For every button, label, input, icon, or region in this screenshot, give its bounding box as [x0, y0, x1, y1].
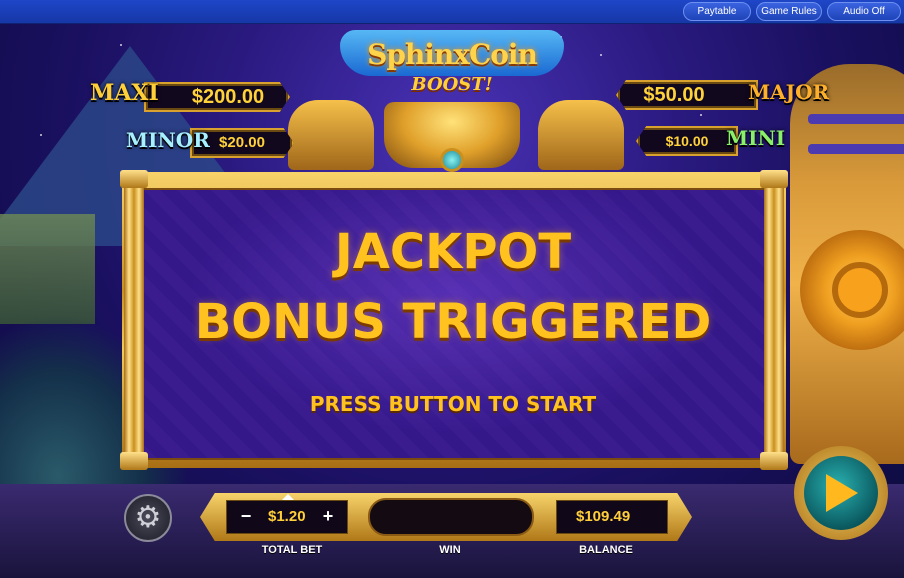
major-jackpot-plaque: $50.00: [616, 80, 758, 110]
total-bet-label: TOTAL BET: [261, 544, 323, 556]
increase-bet-button[interactable]: +: [318, 504, 338, 528]
settings-button[interactable]: ⚙: [124, 494, 172, 542]
wheel-center: [832, 262, 888, 318]
audio-toggle-button[interactable]: Audio Off: [827, 2, 901, 21]
turquoise-gem: [440, 148, 464, 172]
minor-jackpot-value: $20.00: [219, 134, 265, 151]
gear-icon: ⚙: [134, 501, 162, 534]
temple-background: [0, 214, 95, 324]
star: [600, 54, 602, 56]
balance-label: BALANCE: [579, 544, 633, 556]
game-logo: SphinxCoin: [367, 38, 538, 71]
left-pillar-cap: [120, 170, 148, 188]
major-jackpot-value: $50.00: [643, 84, 705, 106]
bonus-triggered-heading: BONUS TRIGGERED: [194, 294, 712, 350]
maxi-jackpot-plaque: $200.00: [144, 82, 290, 112]
headdress-band: [808, 144, 904, 154]
mini-jackpot-label: MINI: [726, 126, 786, 150]
bet-caret-icon: [282, 494, 294, 500]
decrease-bet-button[interactable]: −: [236, 504, 256, 528]
paytable-button[interactable]: Paytable: [683, 2, 751, 21]
mini-jackpot-value: $10.00: [665, 133, 709, 149]
major-jackpot-label: MAJOR: [748, 80, 830, 104]
star: [700, 114, 702, 116]
balance-value: $109.49: [576, 508, 631, 525]
minor-jackpot-label: MINOR: [126, 128, 210, 152]
game-rules-button[interactable]: Game Rules: [756, 2, 822, 21]
maxi-jackpot-value: $200.00: [191, 86, 265, 108]
top-bar: Paytable Game Rules Audio Off: [0, 0, 904, 24]
left-sphinx-statue: [288, 100, 374, 170]
win-display: [368, 498, 534, 536]
jackpot-heading: JACKPOT: [334, 224, 572, 280]
game-logo-subtitle: BOOST!: [411, 74, 493, 95]
right-sphinx-statue: [538, 100, 624, 170]
play-icon[interactable]: [826, 474, 858, 512]
win-label: WIN: [439, 544, 461, 556]
left-pillar-base: [120, 452, 148, 470]
right-pillar-base: [760, 452, 788, 470]
total-bet-value: $1.20: [268, 508, 306, 525]
maxi-jackpot-label: MAXI: [90, 80, 159, 106]
press-to-start-text: PRESS BUTTON TO START: [309, 392, 597, 416]
headdress-band: [808, 114, 904, 124]
mini-jackpot-plaque: $10.00: [636, 126, 738, 156]
right-pillar-cap: [760, 170, 788, 188]
